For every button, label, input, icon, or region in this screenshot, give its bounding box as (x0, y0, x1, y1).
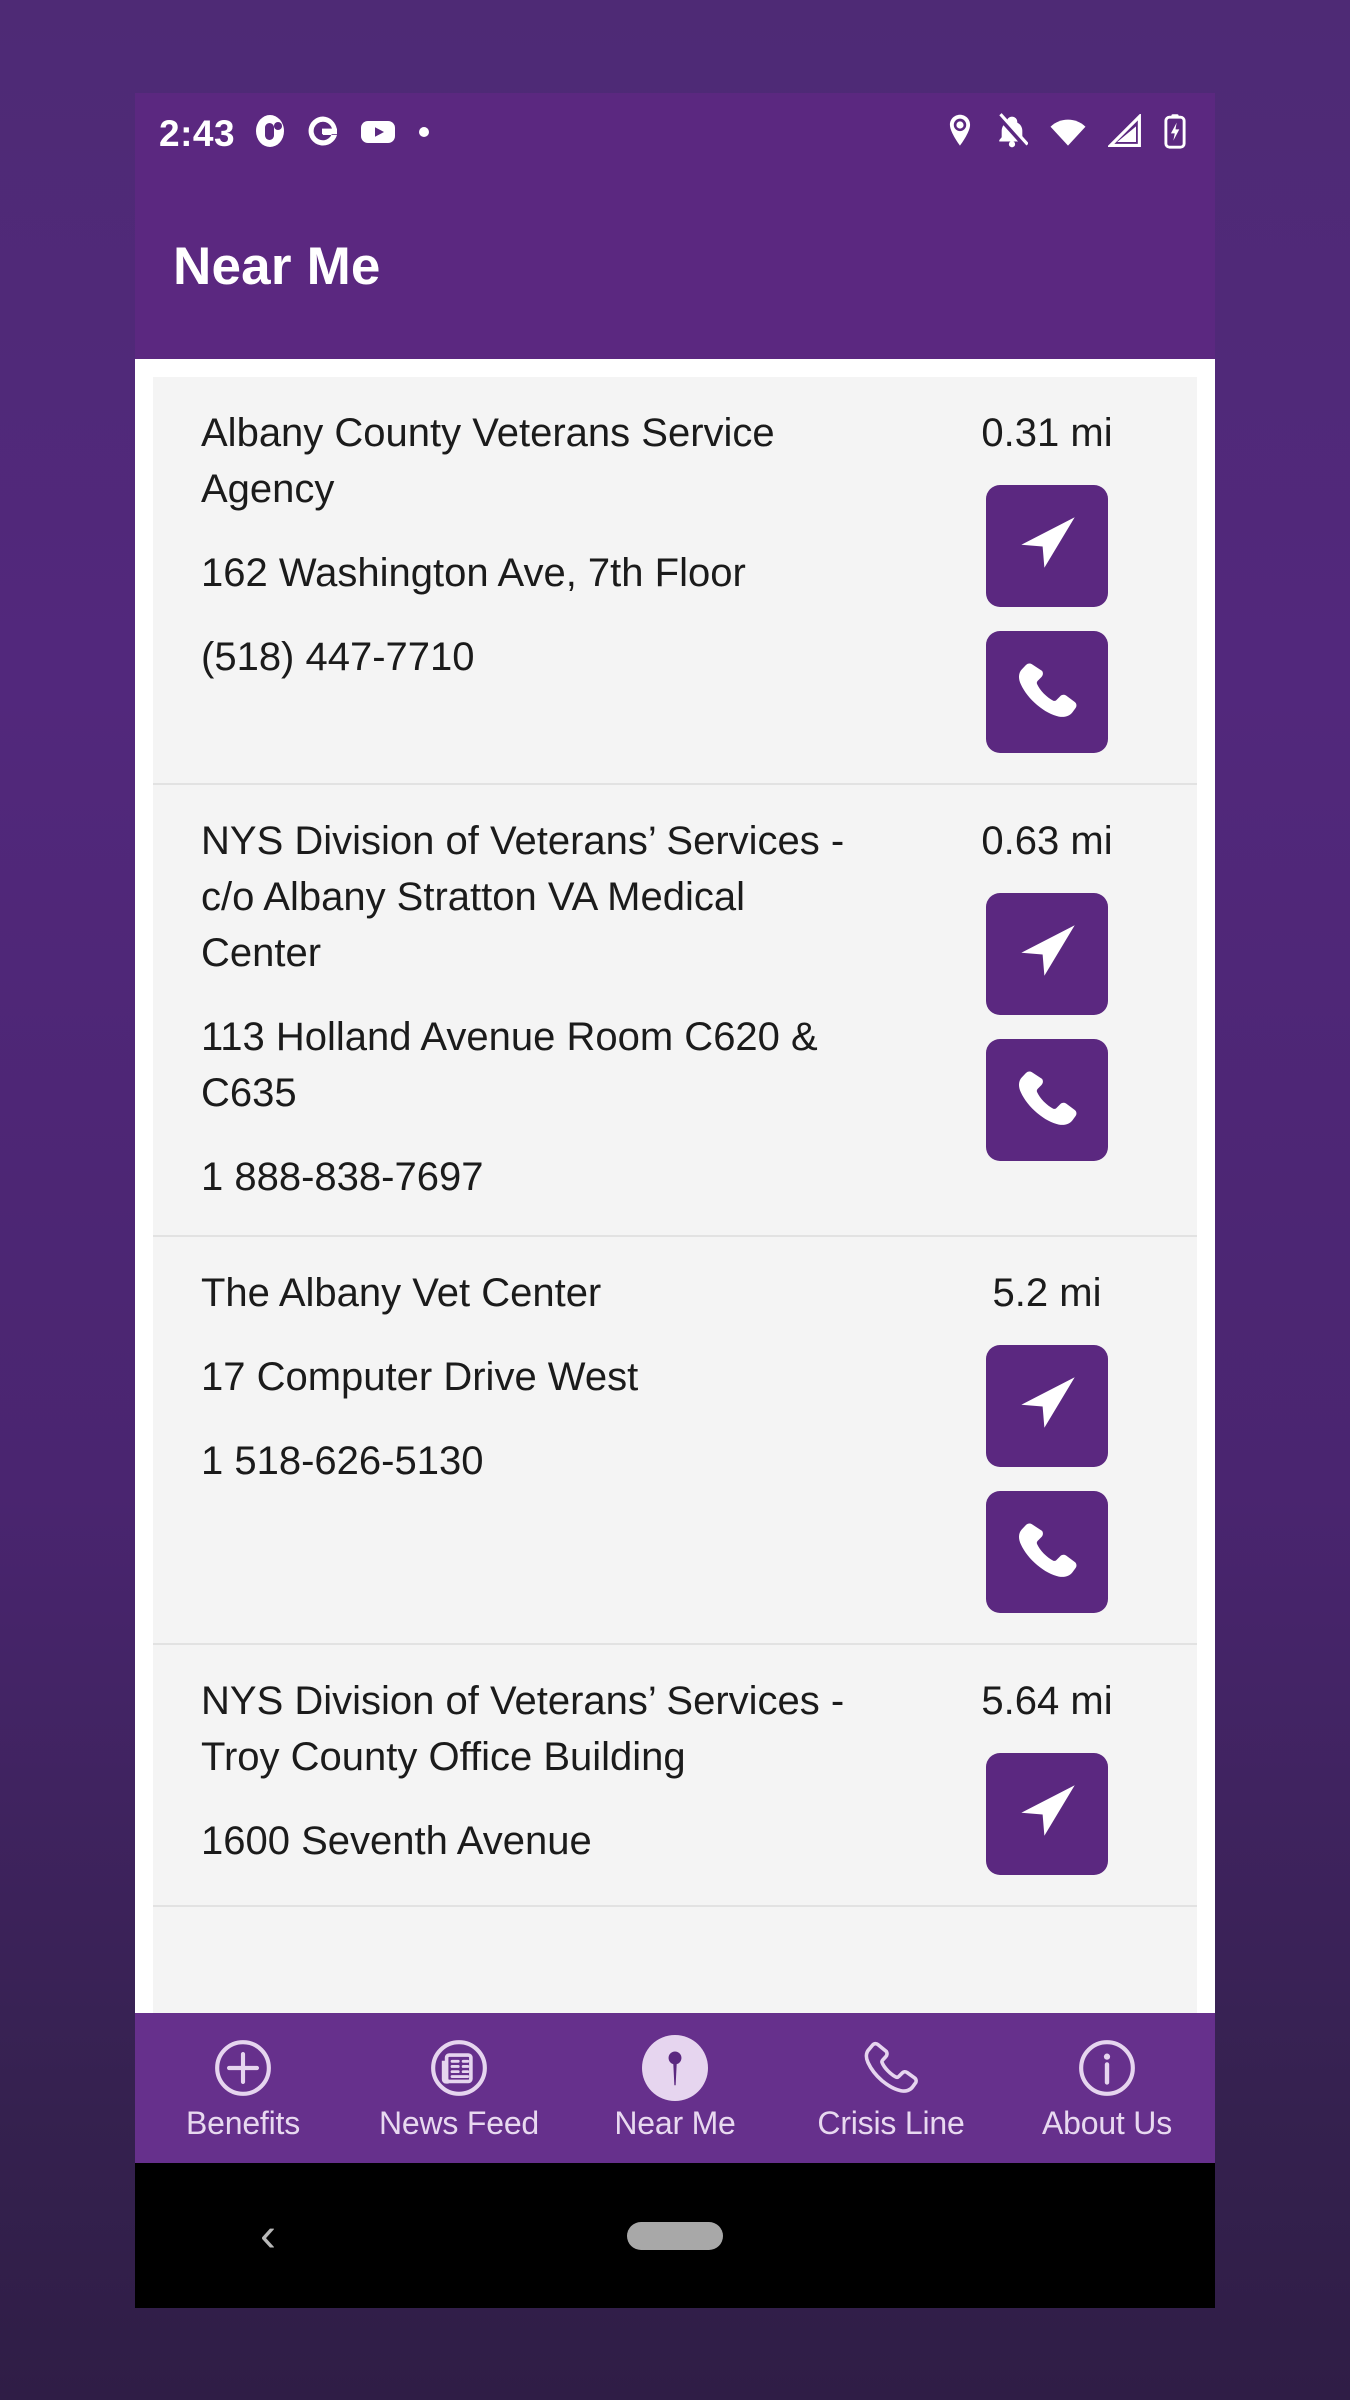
nav-item-label: Near Me (614, 2104, 736, 2141)
bottom-navigation: Benefits News Feed Near Me Crisis Line About… (135, 2013, 1215, 2163)
navigation-arrow-icon (1012, 510, 1082, 583)
nav-item-near-me[interactable]: Near Me (567, 2034, 783, 2142)
call-button[interactable] (986, 1491, 1108, 1613)
location-distance: 0.63 mi (981, 819, 1113, 863)
nav-item-crisis-line[interactable]: Crisis Line (783, 2035, 999, 2142)
phone-screen: 2:43 Near Me Albany County Veterans Serv… (135, 93, 1215, 2308)
navigation-arrow-icon (1012, 1778, 1082, 1851)
location-details: Albany County Veterans Service Agency 162… (153, 405, 897, 753)
directions-button[interactable] (986, 893, 1108, 1015)
location-list-item[interactable]: Albany County Veterans Service Agency 162… (153, 377, 1197, 785)
phone-handset-icon (1014, 658, 1080, 727)
location-actions: 0.31 mi (897, 405, 1197, 753)
phone-handset-icon (1014, 1518, 1080, 1587)
nav-item-benefits[interactable]: Benefits (135, 2035, 351, 2142)
dot-icon (417, 114, 431, 153)
nav-item-about-us[interactable]: About Us (999, 2035, 1215, 2142)
navigation-arrow-icon (1012, 918, 1082, 991)
location-name: Albany County Veterans Service Agency (201, 411, 775, 511)
location-list-item[interactable]: NYS Division of Veterans’ Services - Tro… (153, 1645, 1197, 1907)
status-bar: 2:43 (135, 93, 1215, 174)
cell-signal-icon (1106, 112, 1142, 153)
plus-circle-icon (210, 2035, 276, 2101)
app-bar: Near Me (135, 174, 1215, 359)
location-distance: 5.2 mi (992, 1271, 1102, 1315)
location-distance: 0.31 mi (981, 411, 1113, 455)
location-list[interactable]: Albany County Veterans Service Agency 162… (153, 377, 1197, 2013)
status-bar-right (945, 112, 1187, 154)
phone-handset-icon (1014, 1066, 1080, 1135)
battery-charging-icon (1163, 113, 1187, 154)
google-icon (307, 114, 339, 153)
location-details: The Albany Vet Center 17 Computer Drive W… (153, 1265, 897, 1613)
location-details: NYS Division of Veterans’ Services - Tro… (153, 1673, 897, 1875)
location-icon (945, 113, 975, 154)
location-name: NYS Division of Veterans’ Services - Tro… (201, 1679, 845, 1779)
call-button[interactable] (986, 631, 1108, 753)
call-button[interactable] (986, 1039, 1108, 1161)
android-back-button[interactable]: ‹ (260, 2211, 276, 2260)
info-circle-icon (1074, 2035, 1140, 2101)
phone-icon (858, 2035, 924, 2101)
page-title: Near Me (173, 237, 381, 296)
directions-button[interactable] (986, 1345, 1108, 1467)
location-details: NYS Division of Veterans’ Services - c/o… (153, 813, 897, 1205)
location-list-item[interactable]: The Albany Vet Center 17 Computer Drive W… (153, 1237, 1197, 1645)
map-pin-icon (642, 2034, 708, 2101)
notifications-off-icon (996, 113, 1029, 154)
status-bar-left: 2:43 (159, 113, 431, 155)
location-actions: 0.63 mi (897, 813, 1197, 1205)
location-phone[interactable]: 1 518-626-5130 (201, 1433, 885, 1489)
nav-item-label: News Feed (378, 2104, 540, 2141)
location-name: NYS Division of Veterans’ Services - c/o… (201, 819, 845, 975)
newspaper-circle-icon (426, 2035, 492, 2101)
location-actions: 5.2 mi (897, 1265, 1197, 1613)
location-address: 17 Computer Drive West (201, 1355, 639, 1399)
content-area: Albany County Veterans Service Agency 162… (135, 359, 1215, 2013)
nav-item-news-feed[interactable]: News Feed (351, 2035, 567, 2142)
location-name: The Albany Vet Center (201, 1271, 602, 1315)
nav-item-label: Benefits (185, 2104, 301, 2141)
status-bar-clock: 2:43 (159, 112, 236, 154)
location-actions: 5.64 mi (897, 1673, 1197, 1875)
android-navigation-bar: ‹ (135, 2163, 1215, 2308)
directions-button[interactable] (986, 485, 1108, 607)
android-home-pill[interactable] (627, 2221, 723, 2250)
location-address: 162 Washington Ave, 7th Floor (201, 551, 746, 595)
navigation-arrow-icon (1012, 1370, 1082, 1443)
location-address: 1600 Seventh Avenue (201, 1819, 592, 1863)
location-phone[interactable]: 1 888-838-7697 (201, 1149, 885, 1205)
youtube-icon (359, 114, 397, 153)
directions-button[interactable] (986, 1753, 1108, 1875)
nav-item-label: About Us (1041, 2104, 1173, 2141)
wifi-icon (1049, 114, 1087, 153)
location-distance: 5.64 mi (981, 1679, 1113, 1723)
app-badge-icon (255, 114, 287, 153)
location-list-item[interactable]: NYS Division of Veterans’ Services - c/o… (153, 785, 1197, 1237)
location-phone[interactable]: (518) 447-7710 (201, 629, 885, 685)
nav-item-label: Crisis Line (817, 2104, 965, 2141)
location-address: 113 Holland Avenue Room C620 & C635 (201, 1015, 818, 1115)
